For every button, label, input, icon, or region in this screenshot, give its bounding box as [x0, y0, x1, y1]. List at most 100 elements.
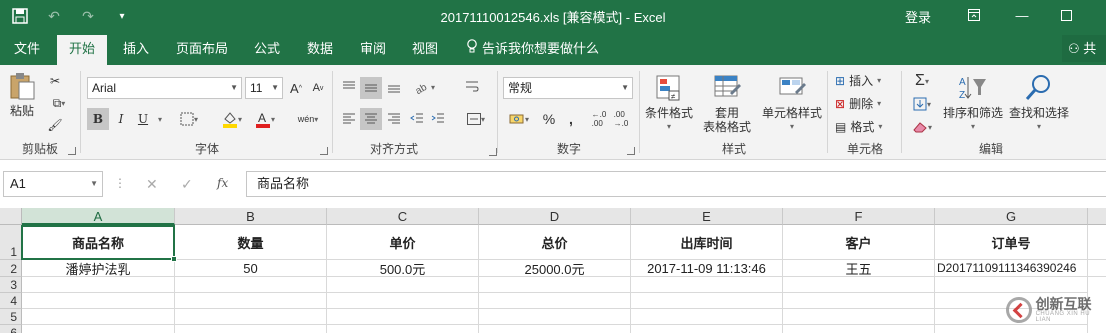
tab-view[interactable]: 视图: [408, 32, 442, 65]
clipboard-launcher-icon[interactable]: [68, 147, 76, 155]
orientation-icon[interactable]: ab ▾: [410, 77, 440, 97]
column-header-g[interactable]: G: [935, 208, 1088, 225]
conditional-formatting-button[interactable]: ≠ 条件格式 ▾: [643, 73, 695, 134]
empty-cell[interactable]: [22, 325, 175, 333]
cell-b2[interactable]: 50: [175, 260, 327, 277]
cell-e1[interactable]: 出库时间: [631, 225, 783, 260]
column-header-f[interactable]: F: [783, 208, 935, 225]
column-header-b[interactable]: B: [175, 208, 327, 225]
accounting-format-icon[interactable]: ▾: [503, 108, 535, 130]
fill-icon[interactable]: ▾: [907, 94, 937, 114]
borders-icon[interactable]: ▾: [174, 108, 204, 130]
insert-cells-button[interactable]: ⊞ 插入 ▾: [835, 72, 881, 89]
empty-cell[interactable]: [631, 309, 783, 325]
merge-center-icon[interactable]: ▾: [461, 108, 491, 130]
formula-bar-resize-handle[interactable]: ⋮: [114, 176, 126, 190]
cut-icon[interactable]: ✂: [44, 71, 66, 91]
format-cells-button[interactable]: ▤ 格式 ▾: [835, 118, 882, 135]
row-header-1[interactable]: 1: [0, 225, 22, 260]
cancel-icon[interactable]: ✕: [146, 176, 158, 193]
tab-file[interactable]: 文件: [10, 32, 44, 65]
row-header-4[interactable]: 4: [0, 293, 22, 309]
empty-cell[interactable]: [631, 325, 783, 333]
row-header-3[interactable]: 3: [0, 277, 22, 293]
cell-h1[interactable]: [1088, 225, 1106, 260]
italic-button[interactable]: I: [111, 108, 131, 130]
cell-c2[interactable]: 500.0元: [327, 260, 479, 277]
increase-font-size-icon[interactable]: A ^: [287, 78, 305, 98]
name-box[interactable]: A1 ▼: [3, 171, 103, 197]
percent-style-button[interactable]: %: [539, 108, 559, 130]
font-family-select[interactable]: Arial ▼: [87, 77, 242, 99]
font-size-select[interactable]: 11 ▼: [245, 77, 283, 99]
decrease-decimal-icon[interactable]: .00 →.0: [611, 108, 631, 130]
empty-cell[interactable]: [783, 325, 935, 333]
underline-dropdown-icon[interactable]: ▾: [155, 108, 165, 130]
tab-formulas[interactable]: 公式: [250, 32, 284, 65]
column-header-a[interactable]: A: [22, 208, 175, 225]
formula-input[interactable]: 商品名称: [246, 171, 1106, 197]
cell-f2[interactable]: 王五: [783, 260, 935, 277]
cell-a2[interactable]: 潘婷护法乳: [22, 260, 175, 277]
tell-me-box[interactable]: 告诉我你想要做什么: [466, 32, 599, 65]
empty-cell[interactable]: [327, 309, 479, 325]
insert-function-icon[interactable]: fx: [217, 176, 228, 190]
empty-cell[interactable]: [327, 277, 479, 293]
empty-cell[interactable]: [22, 277, 175, 293]
select-all-button[interactable]: [0, 208, 22, 225]
cell-e2[interactable]: 2017-11-09 11:13:46: [631, 260, 783, 277]
column-header-c[interactable]: C: [327, 208, 479, 225]
cell-g1[interactable]: 订单号: [935, 225, 1088, 260]
cell-a1[interactable]: 商品名称: [22, 225, 175, 260]
save-icon[interactable]: [10, 6, 30, 26]
redo-icon[interactable]: ↷: [78, 6, 98, 26]
empty-cell[interactable]: [783, 293, 935, 309]
copy-icon[interactable]: ⧉ ▾: [44, 93, 74, 113]
fill-color-icon[interactable]: ▾: [217, 108, 247, 130]
increase-decimal-icon[interactable]: ←.0.00: [589, 108, 609, 130]
comma-style-icon[interactable]: ,: [561, 108, 581, 130]
empty-cell[interactable]: [327, 325, 479, 333]
delete-cells-button[interactable]: ⊠ 删除 ▾: [835, 95, 881, 112]
tab-data[interactable]: 数据: [303, 32, 337, 65]
row-header-5[interactable]: 5: [0, 309, 22, 325]
cell-d2[interactable]: 25000.0元: [479, 260, 631, 277]
column-header-d[interactable]: D: [479, 208, 631, 225]
format-painter-icon[interactable]: 🖌: [44, 115, 66, 135]
column-header-h[interactable]: [1088, 208, 1106, 225]
empty-cell[interactable]: [22, 309, 175, 325]
fill-handle[interactable]: [171, 256, 177, 262]
bold-button[interactable]: B: [87, 108, 109, 130]
empty-cell[interactable]: [479, 277, 631, 293]
ribbon-display-options-icon[interactable]: [962, 4, 986, 26]
empty-cell[interactable]: [479, 325, 631, 333]
underline-button[interactable]: U: [133, 108, 153, 130]
tab-page-layout[interactable]: 页面布局: [172, 32, 232, 65]
cell-f1[interactable]: 客户: [783, 225, 935, 260]
align-right-icon[interactable]: [384, 108, 404, 130]
login-link[interactable]: 登录: [905, 7, 931, 26]
undo-icon[interactable]: ↶: [44, 6, 64, 26]
empty-cell[interactable]: [479, 309, 631, 325]
empty-cell[interactable]: [783, 309, 935, 325]
clear-icon[interactable]: ▾: [907, 117, 937, 137]
decrease-font-size-icon[interactable]: Av: [309, 78, 327, 98]
sort-filter-button[interactable]: AZ 排序和筛选 ▾: [941, 73, 1005, 134]
tab-insert[interactable]: 插入: [119, 32, 153, 65]
find-select-button[interactable]: 查找和选择 ▾: [1007, 73, 1071, 134]
empty-cell[interactable]: [175, 293, 327, 309]
increase-indent-icon[interactable]: [428, 108, 448, 130]
empty-cell[interactable]: [175, 309, 327, 325]
font-launcher-icon[interactable]: [320, 147, 328, 155]
paste-button[interactable]: 粘贴: [6, 71, 38, 118]
cell-h2[interactable]: [1088, 260, 1106, 277]
top-align-icon[interactable]: [339, 77, 359, 97]
empty-cell[interactable]: [479, 293, 631, 309]
maximize-icon[interactable]: [1054, 4, 1078, 26]
tab-review[interactable]: 审阅: [356, 32, 390, 65]
format-as-table-button[interactable]: 套用 表格格式: [697, 73, 757, 134]
minimize-icon[interactable]: —: [1010, 4, 1034, 26]
tab-home[interactable]: 开始: [57, 35, 108, 65]
column-header-e[interactable]: E: [631, 208, 783, 225]
alignment-launcher-icon[interactable]: [489, 148, 497, 156]
